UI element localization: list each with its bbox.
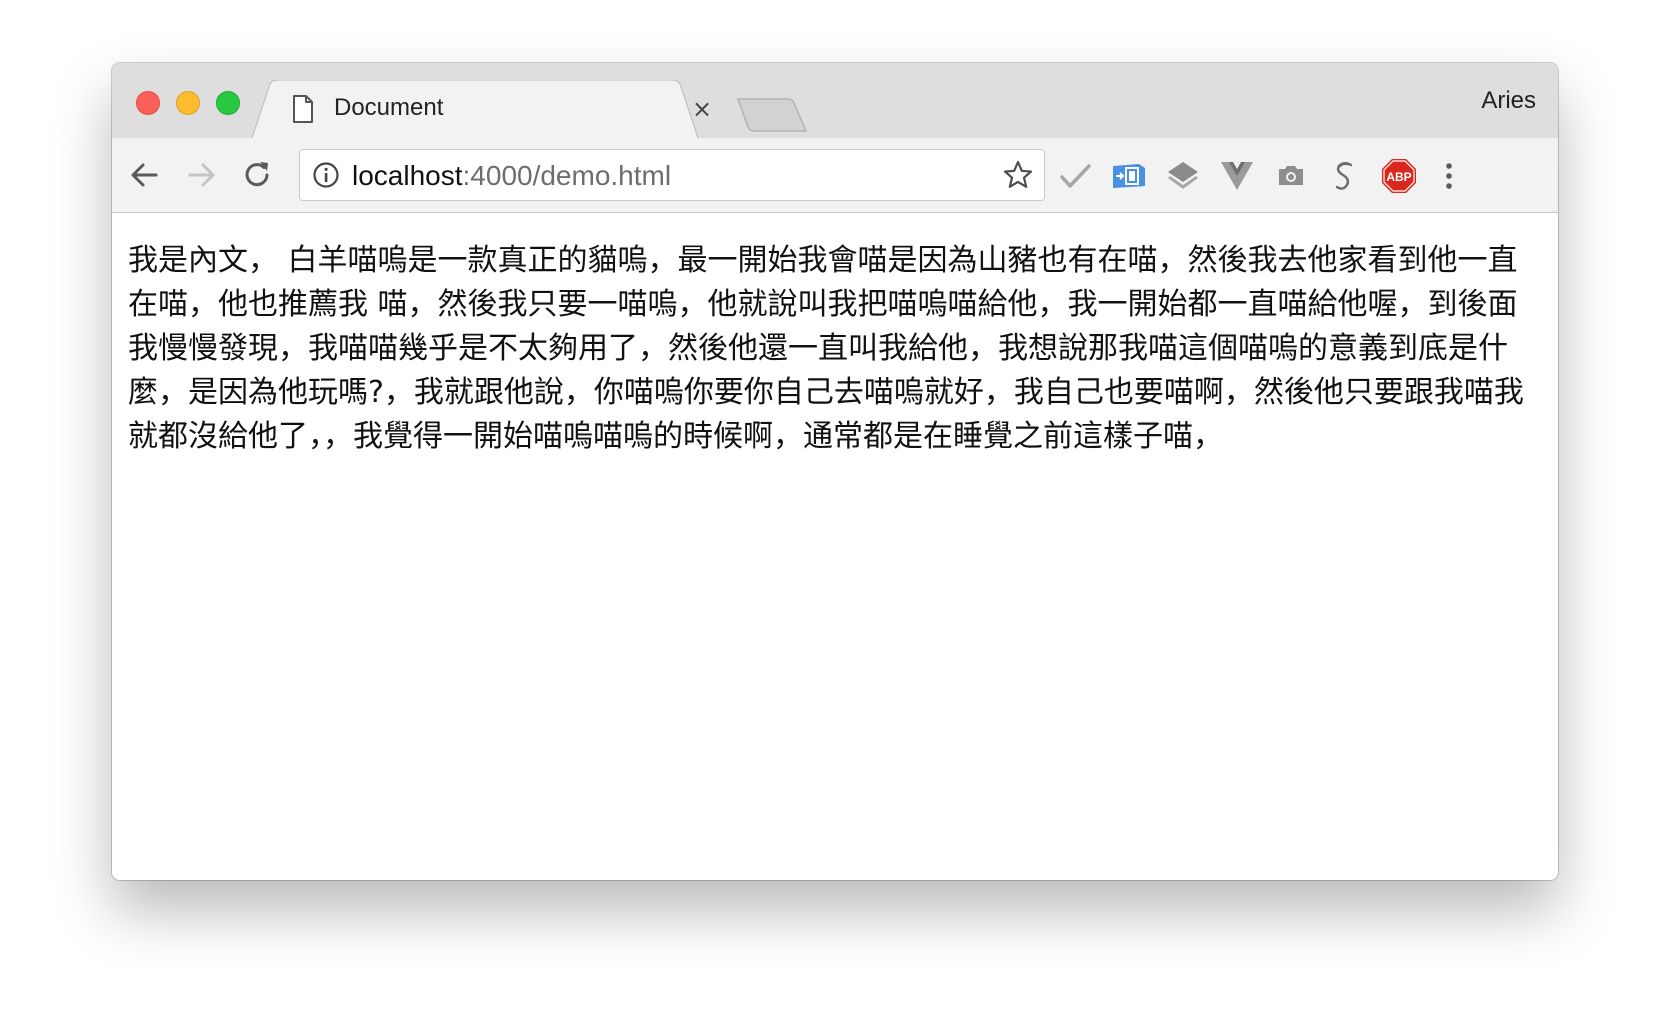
profile-name[interactable]: Aries (1481, 87, 1536, 115)
desktop-background: Document × Aries localhost:4000/demo.htm… (0, 0, 1664, 1036)
tab-title: Document (334, 94, 444, 121)
window-maximize-button[interactable] (216, 91, 240, 115)
forward-arrow-icon[interactable] (182, 156, 220, 194)
url-path: :4000/demo.html (462, 160, 672, 191)
layers-extension-icon[interactable] (1165, 158, 1201, 194)
more-menu-icon[interactable] (1431, 158, 1467, 194)
translate-extension-icon[interactable] (1111, 158, 1147, 194)
camera-extension-icon[interactable] (1273, 158, 1309, 194)
s-extension-icon[interactable] (1327, 158, 1363, 194)
window-minimize-button[interactable] (176, 91, 200, 115)
adblock-plus-icon[interactable]: ABP (1381, 158, 1417, 194)
tab-close-icon[interactable]: × (687, 94, 717, 124)
back-arrow-icon[interactable] (126, 156, 164, 194)
new-tab-button[interactable] (736, 97, 808, 133)
check-extension-icon[interactable] (1057, 158, 1093, 194)
info-icon[interactable] (312, 161, 340, 189)
tab-document[interactable]: Document × (252, 80, 732, 138)
browser-toolbar: localhost:4000/demo.html ABP (112, 138, 1558, 213)
body-paragraph: 我是內文， 白羊喵嗚是一款真正的貓嗚，最一開始我會喵是因為山豬也有在喵，然後我去… (128, 243, 1524, 454)
browser-window: Document × Aries localhost:4000/demo.htm… (112, 63, 1558, 880)
address-bar[interactable]: localhost:4000/demo.html (299, 149, 1045, 201)
adblock-label: ABP (1386, 170, 1411, 184)
tab-strip: Document × Aries (112, 63, 1558, 138)
page-content: 我是內文， 白羊喵嗚是一款真正的貓嗚，最一開始我會喵是因為山豬也有在喵，然後我去… (112, 213, 1558, 880)
url-text[interactable]: localhost:4000/demo.html (352, 160, 671, 192)
bookmark-star-icon[interactable] (1002, 159, 1034, 191)
window-close-button[interactable] (136, 91, 160, 115)
tab-shape (252, 80, 699, 138)
document-icon (292, 95, 314, 123)
vue-devtools-icon[interactable] (1219, 158, 1255, 194)
reload-icon[interactable] (238, 156, 276, 194)
url-host: localhost (352, 160, 463, 191)
